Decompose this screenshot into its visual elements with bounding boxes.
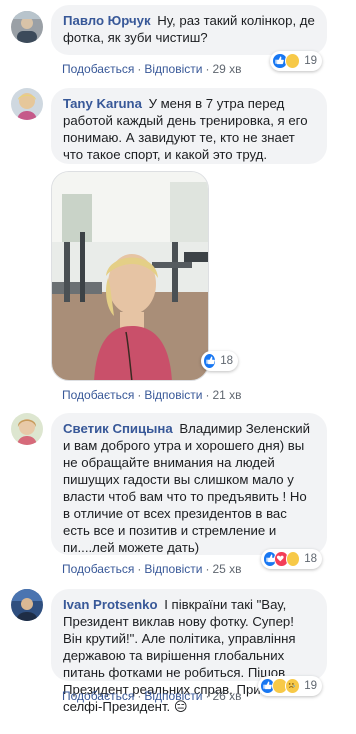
- comment-time[interactable]: 21 хв: [212, 388, 241, 402]
- haha-icon: [285, 551, 301, 567]
- comment-author[interactable]: Ivan Protsenko: [63, 597, 158, 612]
- like-link[interactable]: Подобається: [62, 388, 134, 402]
- comment-text: Владимир Зеленский и вам доброго утра и …: [63, 421, 310, 555]
- reply-link[interactable]: Відповісти: [144, 562, 202, 576]
- comment-actions: Подобається · Відповісти · 29 хв: [62, 62, 242, 76]
- comment-actions: Подобається · Відповісти · 25 хв: [62, 562, 242, 576]
- comments-feed: Павло Юрчук Ну, раз такий колінкор, де ф…: [0, 0, 356, 734]
- comment-time[interactable]: 25 хв: [212, 562, 241, 576]
- avatar[interactable]: [11, 88, 43, 120]
- like-icon: [203, 353, 217, 369]
- reply-link[interactable]: Відповісти: [144, 689, 202, 703]
- reaction-summary[interactable]: 18: [201, 351, 238, 371]
- comment-bubble: Tany Karuna У меня в 7 утра перед работо…: [51, 88, 327, 164]
- comment-bubble: Павло Юрчук Ну, раз такий колінкор, де ф…: [51, 5, 327, 55]
- comment-time[interactable]: 26 хв: [212, 689, 241, 703]
- like-link[interactable]: Подобається: [62, 689, 134, 703]
- sad-icon: [284, 678, 301, 694]
- avatar[interactable]: [11, 589, 43, 621]
- reaction-count: 19: [304, 680, 318, 692]
- like-link[interactable]: Подобається: [62, 62, 134, 76]
- reaction-count: 19: [304, 55, 317, 67]
- avatar[interactable]: [11, 11, 43, 43]
- comment-author[interactable]: Павло Юрчук: [63, 13, 151, 28]
- reaction-count: 18: [304, 553, 318, 565]
- haha-icon: [284, 53, 301, 69]
- comment-bubble: Ivan Protsenko І півкраїни такі "Вау, Пр…: [51, 589, 327, 714]
- comment-bubble: Светик Спицына Владимир Зеленский и вам …: [51, 413, 327, 555]
- reaction-summary[interactable]: 19: [270, 51, 322, 71]
- reaction-summary[interactable]: 18: [261, 549, 322, 569]
- comment-actions: Подобається · Відповісти · 26 хв: [62, 689, 242, 703]
- reaction-count: 18: [220, 355, 233, 367]
- reply-link[interactable]: Відповісти: [144, 388, 202, 402]
- comment-time[interactable]: 29 хв: [212, 62, 241, 76]
- attached-photo[interactable]: [51, 171, 209, 381]
- reaction-summary[interactable]: 19: [258, 676, 322, 696]
- like-link[interactable]: Подобається: [62, 562, 134, 576]
- photo-attachment-wrap: 18: [0, 171, 356, 381]
- reply-link[interactable]: Відповісти: [144, 62, 202, 76]
- comment-actions: Подобається · Відповісти · 21 хв: [62, 388, 242, 402]
- avatar[interactable]: [11, 413, 43, 445]
- comment-author[interactable]: Tany Karuna: [63, 96, 142, 111]
- comment-author[interactable]: Светик Спицына: [63, 421, 173, 436]
